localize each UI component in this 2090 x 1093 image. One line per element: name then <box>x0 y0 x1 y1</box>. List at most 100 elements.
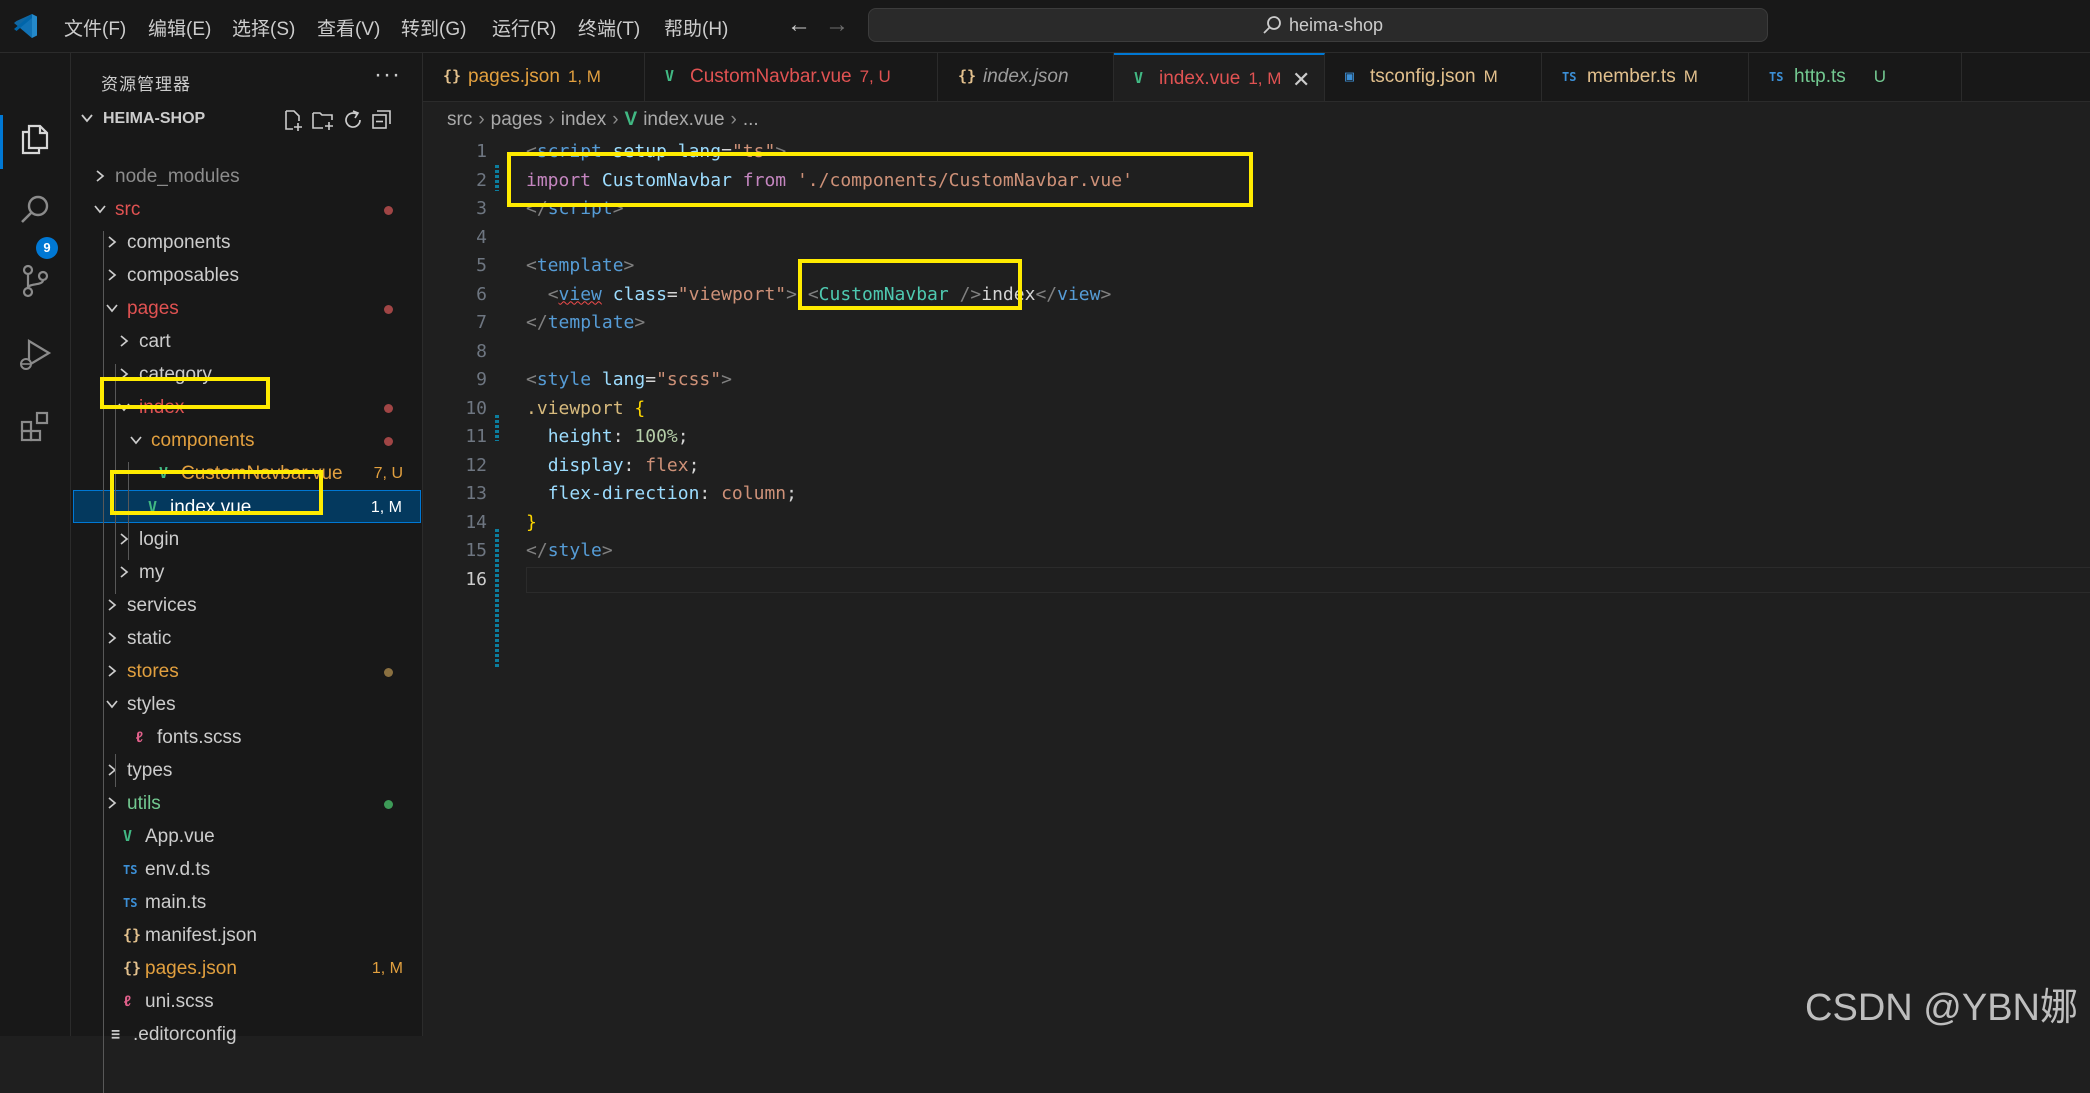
menu-item-0[interactable]: 文件(F) <box>64 14 126 41</box>
refresh-icon[interactable] <box>341 108 365 132</box>
chevron-down-icon[interactable] <box>105 301 119 315</box>
code-line[interactable]: flex-direction: column; <box>526 483 797 504</box>
tree-item-composables[interactable]: composables <box>73 259 421 292</box>
code-line[interactable]: } <box>526 512 537 533</box>
tree-item-fonts-scss[interactable]: ℓ fonts.scss <box>73 721 421 754</box>
tree-item-services[interactable]: services <box>73 589 421 622</box>
tree-item-uni-scss[interactable]: ℓ uni.scss <box>73 985 421 1018</box>
search-icon[interactable] <box>17 192 53 228</box>
workspace-title[interactable]: HEIMA-SHOP <box>103 110 205 128</box>
menu-item-6[interactable]: 终端(T) <box>578 14 640 41</box>
code-line[interactable]: <style lang="scss"> <box>526 369 732 390</box>
tree-item-cart[interactable]: cart <box>73 325 421 358</box>
tab-http-ts[interactable]: TS http.ts U <box>1749 53 1962 101</box>
tree-item-types[interactable]: types <box>73 754 421 787</box>
breadcrumb-index[interactable]: index <box>561 109 606 130</box>
tree-item-my[interactable]: my <box>73 556 421 589</box>
tree-item-main-ts[interactable]: TS main.ts <box>73 886 421 919</box>
tree-item-stores[interactable]: stores <box>73 655 421 688</box>
menu-item-4[interactable]: 转到(G) <box>401 14 466 41</box>
code-line[interactable]: </template> <box>526 312 645 333</box>
code-line[interactable]: </style> <box>526 540 613 561</box>
tree-item-pages-json[interactable]: {} pages.json 1, M <box>73 952 421 985</box>
chevron-right-icon[interactable] <box>105 631 119 645</box>
code-line[interactable]: <template> <box>526 255 634 276</box>
chevron-down-icon[interactable] <box>105 697 119 711</box>
tree-item-static[interactable]: static <box>73 622 421 655</box>
breadcrumb-src[interactable]: src <box>447 109 472 130</box>
breadcrumb-symbol[interactable]: ... <box>743 109 759 130</box>
more-actions-button[interactable]: ··· <box>374 61 401 89</box>
command-center-search[interactable]: heima-shop <box>868 8 1768 42</box>
code-line[interactable]: .viewport { <box>526 398 645 419</box>
chevron-right-icon[interactable] <box>105 268 119 282</box>
tab-tsconfig-json[interactable]: ▣ tsconfig.json M <box>1325 53 1542 101</box>
git-status-badge: 1, M <box>371 960 403 977</box>
menu-item-1[interactable]: 编辑(E) <box>148 14 211 41</box>
chevron-down-icon[interactable] <box>79 110 95 126</box>
tree-item-node-modules[interactable]: node_modules <box>73 160 421 193</box>
chevron-right-icon[interactable] <box>117 565 131 579</box>
menu-item-3[interactable]: 查看(V) <box>317 14 380 41</box>
new-file-icon[interactable] <box>281 108 305 132</box>
scss-file-icon: ℓ <box>135 728 145 746</box>
source-control-icon[interactable] <box>17 263 53 299</box>
tree-item-env-d-ts[interactable]: TS env.d.ts <box>73 853 421 886</box>
search-icon <box>1263 16 1281 34</box>
run-debug-icon[interactable] <box>17 336 53 372</box>
breadcrumb-pages[interactable]: pages <box>491 109 543 130</box>
tree-item-styles[interactable]: styles <box>73 688 421 721</box>
code-line[interactable]: display: flex; <box>526 455 700 476</box>
tab-git-status: U <box>1873 67 1887 86</box>
menu-item-2[interactable]: 选择(S) <box>232 14 295 41</box>
tab-index-vue[interactable]: Vindex.vue 1, M ✕ <box>1114 53 1325 101</box>
code-editor[interactable]: 1 <script setup lang="ts"> 2 import CustomN… <box>423 135 2090 1036</box>
chevron-right-icon[interactable] <box>117 334 131 348</box>
tab-label: pages.json 1, M <box>468 66 601 88</box>
tree-item-components[interactable]: components <box>73 226 421 259</box>
tree-item-login[interactable]: login <box>73 523 421 556</box>
code-line[interactable]: height: 100%; <box>526 426 689 447</box>
tab-label: http.ts U <box>1794 66 1886 88</box>
code-token: template <box>547 312 635 333</box>
chevron-right-icon[interactable] <box>105 664 119 678</box>
tree-item-manifest-json[interactable]: {} manifest.json <box>73 919 421 952</box>
chevron-down-icon[interactable] <box>93 202 107 216</box>
chevron-right-icon[interactable] <box>105 796 119 810</box>
new-folder-icon[interactable] <box>311 108 335 132</box>
tree-item-label: App.vue <box>145 826 215 847</box>
collapse-all-icon[interactable] <box>370 108 394 132</box>
menu-item-7[interactable]: 帮助(H) <box>664 14 728 41</box>
tree-item-app-vue[interactable]: V App.vue <box>73 820 421 853</box>
menu-item-5[interactable]: 运行(R) <box>492 14 556 41</box>
forward-button[interactable]: → <box>825 11 849 39</box>
code-token: > <box>623 255 635 276</box>
explorer-files-icon[interactable] <box>17 120 53 156</box>
tree-item-utils[interactable]: utils <box>73 787 421 820</box>
tab-pages-json[interactable]: {} pages.json 1, M <box>423 53 645 101</box>
chevron-right-icon[interactable] <box>105 763 119 777</box>
chevron-right-icon[interactable] <box>105 235 119 249</box>
back-button[interactable]: ← <box>787 11 811 39</box>
tree-item-components[interactable]: components <box>73 424 421 457</box>
chevron-down-icon[interactable] <box>129 433 143 447</box>
extensions-icon[interactable] <box>17 408 53 444</box>
editor-tab-bar: {} pages.json 1, M V CustomNavbar.vue 7, U {} i… <box>423 53 2090 102</box>
chevron-right-icon[interactable] <box>105 598 119 612</box>
vue-file-icon: V <box>1134 69 1144 87</box>
active-indicator <box>0 115 3 169</box>
code-token: "scss" <box>656 369 722 390</box>
tree-item-src[interactable]: src <box>73 193 421 226</box>
tab-customnavbar-vue[interactable]: V CustomNavbar.vue 7, U <box>645 53 938 101</box>
tab-member-ts[interactable]: TS member.ts M <box>1542 53 1749 101</box>
chevron-right-icon[interactable] <box>93 169 107 183</box>
tab-label: index.json <box>983 66 1069 88</box>
breadcrumb-file[interactable]: index.vue <box>643 109 724 130</box>
tree-item-pages[interactable]: pages <box>73 292 421 325</box>
code-token: flex-direction <box>547 483 700 504</box>
tab-index-json[interactable]: {} index.json <box>938 53 1114 101</box>
close-icon[interactable]: ✕ <box>1292 67 1310 93</box>
tree-item--editorconfig[interactable]: ≡ .editorconfig <box>73 1018 421 1051</box>
explorer-sidebar: 资源管理器 ··· HEIMA-SHOP node_modules src comp… <box>71 53 423 1093</box>
